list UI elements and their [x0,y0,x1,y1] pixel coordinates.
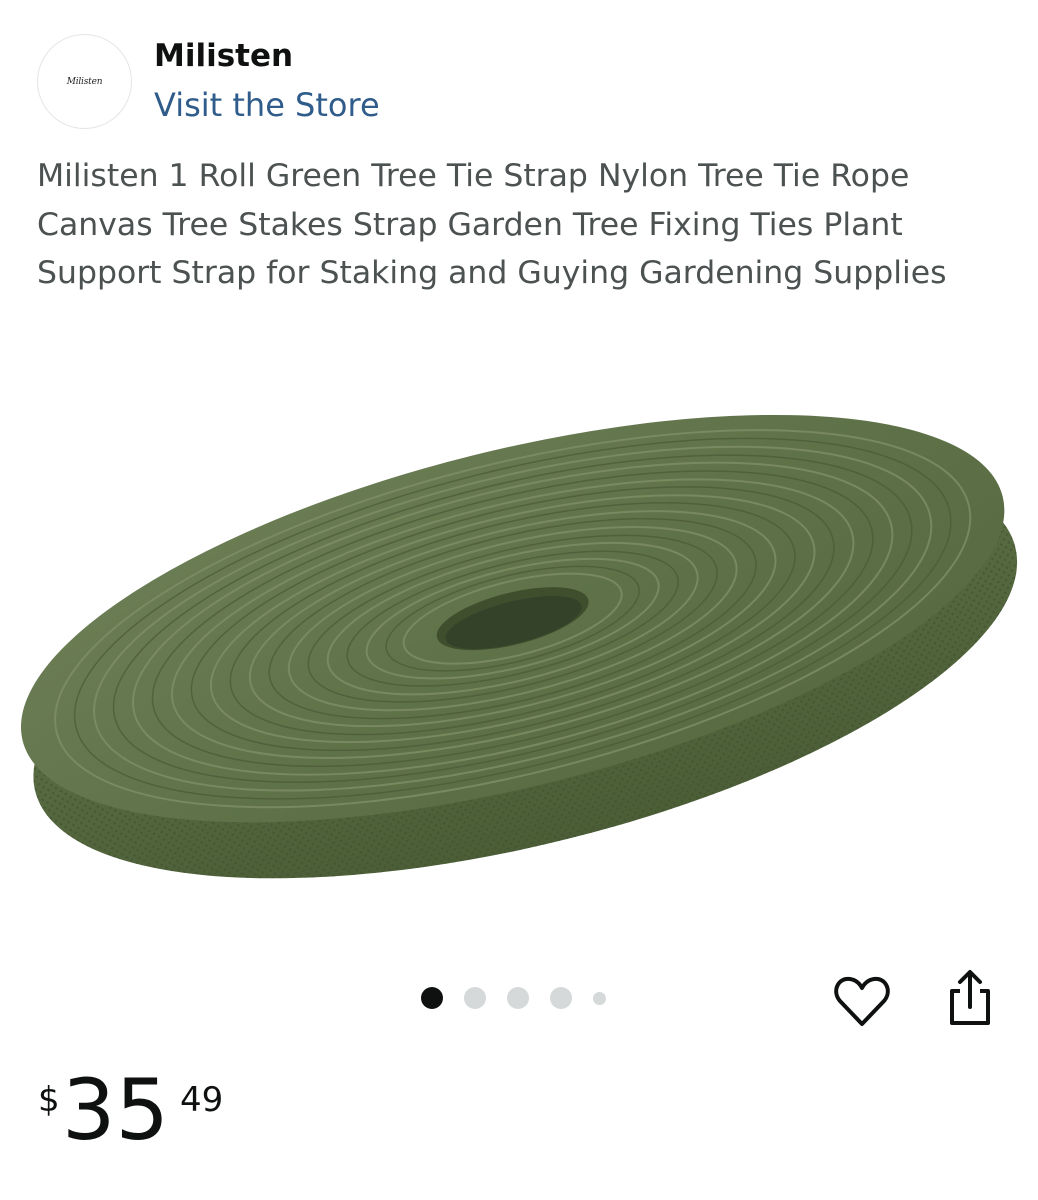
price-fraction: 49 [180,1080,224,1120]
image-carousel-dots [421,986,606,1010]
carousel-dot[interactable] [464,987,486,1009]
carousel-dot[interactable] [593,991,606,1005]
store-logo[interactable]: Milisten [37,34,132,129]
product-page: Milisten Milisten Visit the Store Milist… [0,0,1038,1200]
product-image[interactable] [0,350,1038,910]
carousel-dot[interactable] [507,987,529,1009]
carousel-dot[interactable] [550,987,572,1009]
heart-icon[interactable] [832,972,892,1032]
carousel-dot[interactable] [421,987,443,1009]
price-whole: 35 [62,1061,169,1159]
product-title: Milisten 1 Roll Green Tree Tie Strap Nyl… [37,158,947,291]
share-icon[interactable] [940,965,1000,1029]
price-currency-symbol: $ [38,1080,60,1120]
visit-store-link[interactable]: Visit the Store [154,86,380,124]
store-name[interactable]: Milisten [154,38,293,74]
store-logo-text: Milisten [66,76,103,87]
